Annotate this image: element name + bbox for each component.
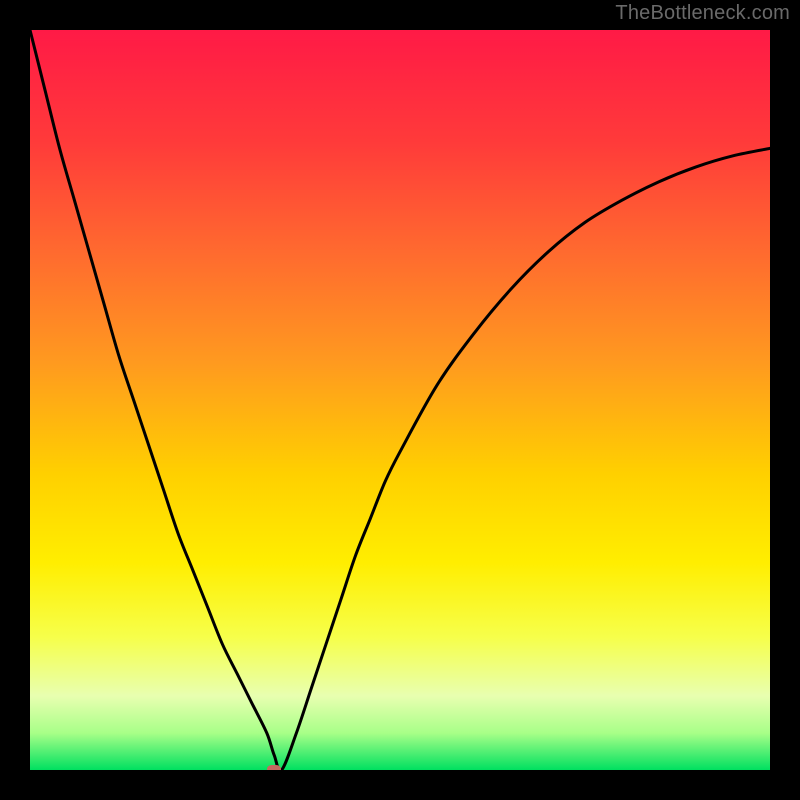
bottleneck-curve: [30, 30, 770, 770]
optimal-point-marker: [267, 765, 281, 770]
plot-area: [30, 30, 770, 770]
chart-frame: TheBottleneck.com: [0, 0, 800, 800]
watermark-text: TheBottleneck.com: [615, 2, 790, 25]
